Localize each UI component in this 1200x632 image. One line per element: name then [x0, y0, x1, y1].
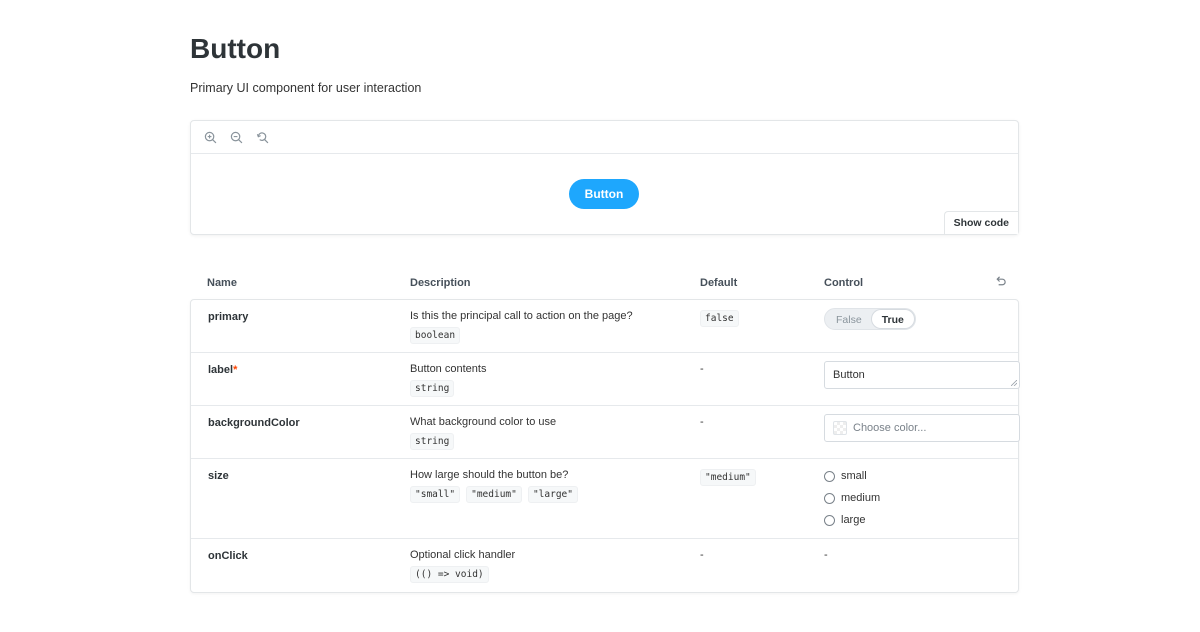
- preview-toolbar: [191, 121, 1018, 154]
- required-marker: *: [233, 364, 238, 376]
- color-placeholder: Choose color...: [853, 422, 927, 434]
- table-row: label* Button contents string - Button: [191, 353, 1020, 406]
- arg-control: False True: [824, 308, 916, 330]
- label-text-input[interactable]: Button: [824, 361, 1020, 389]
- default-value: "medium": [700, 469, 756, 486]
- type-badge: "medium": [466, 486, 522, 503]
- label-input-value: Button: [833, 369, 865, 381]
- type-badge: "large": [527, 486, 578, 503]
- table-row: primary Is this the principal call to ac…: [191, 300, 1018, 353]
- args-table-header: Name Description Default Control: [190, 270, 1019, 298]
- arg-control: Choose color...: [824, 414, 1020, 442]
- arg-description: Button contents string: [410, 363, 486, 397]
- header-control: Control: [824, 277, 864, 289]
- arg-description: Optional click handler (() => void): [410, 549, 515, 583]
- radio-label: small: [841, 470, 867, 482]
- arg-description-text: Button contents: [410, 363, 487, 375]
- table-row: size How large should the button be? "sm…: [191, 459, 1018, 539]
- default-value: false: [700, 310, 739, 327]
- table-row: onClick Optional click handler (() => vo…: [191, 539, 1018, 592]
- zoom-out-icon[interactable]: [227, 128, 245, 146]
- story-area: Button Show code: [191, 154, 1018, 234]
- boolean-toggle[interactable]: False True: [824, 308, 916, 330]
- arg-description-text: Optional click handler: [410, 549, 516, 561]
- arg-name: primary: [208, 311, 249, 323]
- arg-default: false: [700, 310, 742, 327]
- toggle-option-false[interactable]: False: [826, 310, 872, 328]
- radio-option-small[interactable]: small: [824, 470, 880, 482]
- arg-name-text: label: [208, 364, 234, 376]
- color-picker-input[interactable]: Choose color...: [824, 414, 1020, 442]
- arg-default: -: [700, 549, 704, 561]
- radio-option-medium[interactable]: medium: [824, 492, 880, 504]
- arg-description: How large should the button be? "small" …: [410, 469, 581, 503]
- radio-label: medium: [841, 492, 881, 504]
- radio-button[interactable]: [824, 492, 835, 504]
- header-default: Default: [700, 277, 738, 289]
- radio-label: large: [841, 514, 866, 526]
- zoom-in-icon[interactable]: [201, 128, 219, 146]
- header-description: Description: [410, 277, 471, 289]
- reset-controls-icon[interactable]: [994, 275, 1008, 289]
- show-code-button[interactable]: Show code: [943, 211, 1018, 234]
- arg-control: -: [824, 549, 828, 561]
- args-table-body: primary Is this the principal call to ac…: [190, 299, 1020, 593]
- arg-description-text: Is this the principal call to action on …: [410, 310, 633, 322]
- type-badge: (() => void): [410, 566, 489, 583]
- table-row: backgroundColor What background color to…: [191, 406, 1020, 459]
- arg-description-text: What background color to use: [410, 416, 557, 428]
- size-radio-group: small medium large: [824, 470, 880, 526]
- arg-name: backgroundColor: [208, 417, 300, 429]
- arg-name: onClick: [208, 550, 248, 562]
- radio-button[interactable]: [824, 514, 835, 526]
- header-name: Name: [207, 277, 237, 289]
- arg-description: What background color to use string: [410, 416, 556, 450]
- page-subtitle: Primary UI component for user interactio…: [190, 81, 422, 95]
- type-badge: string: [410, 433, 455, 450]
- toggle-option-true[interactable]: True: [871, 310, 914, 328]
- type-badge: "small": [410, 486, 461, 503]
- arg-description: Is this the principal call to action on …: [410, 310, 633, 344]
- color-swatch-icon[interactable]: [833, 421, 847, 435]
- arg-default: -: [700, 416, 704, 428]
- arg-name: label*: [208, 364, 237, 376]
- arg-name: size: [208, 470, 229, 482]
- arg-description-text: How large should the button be?: [410, 469, 569, 481]
- arg-default: -: [700, 363, 704, 375]
- page-title: Button: [190, 33, 281, 64]
- radio-option-large[interactable]: large: [824, 514, 880, 526]
- zoom-reset-icon[interactable]: [253, 128, 271, 146]
- demo-button[interactable]: Button: [569, 179, 639, 209]
- type-badge: string: [410, 380, 455, 397]
- arg-control: small medium large: [824, 467, 880, 526]
- resize-grip-icon[interactable]: [1011, 380, 1017, 386]
- radio-button[interactable]: [824, 470, 835, 482]
- arg-default: "medium": [700, 469, 759, 486]
- page: Button Primary UI component for user int…: [0, 0, 1200, 632]
- canvas-preview: Button Show code: [190, 120, 1019, 235]
- type-badge: boolean: [410, 327, 461, 344]
- arg-control: Button: [824, 361, 1020, 389]
